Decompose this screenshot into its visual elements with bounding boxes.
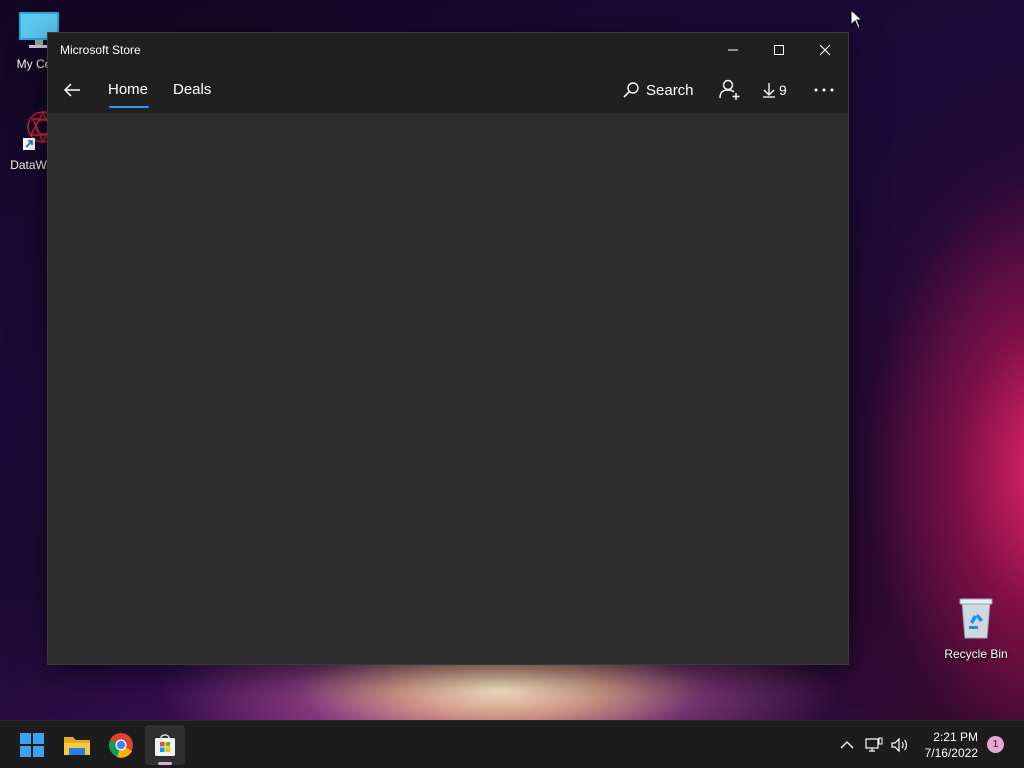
back-arrow-icon — [63, 83, 80, 97]
speaker-icon — [891, 737, 907, 753]
maximize-icon — [774, 45, 784, 55]
minimize-button[interactable] — [710, 33, 756, 67]
downloads-count: 9 — [779, 82, 787, 98]
store-navbar: Home Deals Search 9 — [48, 67, 848, 113]
minimize-icon — [728, 49, 738, 51]
store-window: Microsoft Store Home Deals Search 9 — [47, 32, 849, 665]
chevron-up-icon — [840, 741, 854, 749]
volume-tray-button[interactable] — [890, 735, 910, 755]
downloads-button[interactable]: 9 — [762, 76, 787, 104]
back-button[interactable] — [54, 73, 90, 107]
taskbar-microsoft-store[interactable] — [145, 725, 185, 765]
selected-tab-indicator — [109, 106, 149, 108]
desktop-icon-label: Recycle Bin — [944, 647, 1008, 661]
network-tray-button[interactable] — [864, 735, 884, 755]
add-user-icon — [719, 79, 740, 100]
folder-icon — [64, 737, 90, 755]
close-icon — [819, 44, 831, 56]
window-titlebar[interactable]: Microsoft Store — [48, 33, 848, 67]
tab-deals[interactable]: Deals — [173, 81, 211, 98]
more-ellipsis-icon — [814, 88, 834, 92]
store-content-area — [48, 113, 848, 664]
show-hidden-icons-button[interactable] — [838, 735, 856, 755]
taskbar: 2:21 PM 7/16/2022 1 — [0, 720, 1024, 768]
taskbar-clock[interactable]: 2:21 PM 7/16/2022 — [914, 729, 978, 761]
chrome-icon — [109, 733, 133, 758]
store-icon — [155, 734, 175, 756]
account-button[interactable] — [716, 76, 744, 104]
start-button[interactable] — [12, 725, 52, 765]
tab-home[interactable]: Home — [108, 81, 148, 98]
window-title: Microsoft Store — [60, 43, 141, 57]
clock-time: 2:21 PM — [933, 730, 978, 744]
more-options-button[interactable] — [810, 76, 838, 104]
windows-start-icon — [20, 733, 44, 757]
active-app-indicator — [158, 762, 172, 765]
recycle-bin-icon — [959, 598, 993, 639]
clock-date: 7/16/2022 — [924, 746, 978, 760]
maximize-button[interactable] — [756, 33, 802, 67]
desktop-icon-recycle-bin[interactable]: Recycle Bin — [940, 596, 1012, 661]
close-button[interactable] — [802, 33, 848, 67]
network-icon — [865, 737, 883, 752]
taskbar-file-explorer[interactable] — [57, 725, 97, 765]
notification-badge[interactable]: 1 — [987, 736, 1004, 753]
search-button[interactable]: Search — [622, 76, 694, 104]
search-icon — [623, 82, 639, 98]
mouse-cursor-icon — [850, 9, 864, 29]
taskbar-chrome[interactable] — [101, 725, 141, 765]
download-arrow-icon — [763, 83, 775, 98]
search-label: Search — [646, 81, 694, 99]
